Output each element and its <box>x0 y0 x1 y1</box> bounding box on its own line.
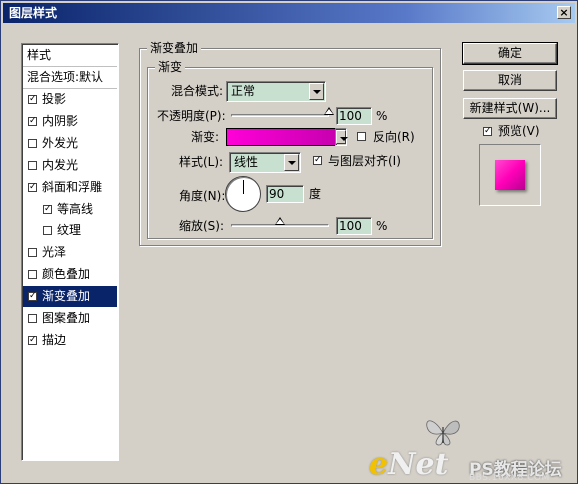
gradient-dropdown[interactable] <box>335 128 348 146</box>
gradient-overlay-title: 渐变叠加 <box>147 41 202 55</box>
style-item-label: 内发光 <box>42 157 79 172</box>
gradient-label: 渐变: <box>191 130 220 144</box>
blend-mode-value: 正常 <box>231 84 256 98</box>
style-item-label: 图案叠加 <box>42 311 91 325</box>
style-item-checkbox[interactable]: ✓ <box>28 335 37 345</box>
angle-dial[interactable] <box>225 176 261 212</box>
style-item[interactable]: 颜色叠加 <box>23 264 117 285</box>
style-list: 样式 混合选项:默认 ✓ 投影 ✓ 内阴影外发光内发光 ✓ 斜面和浮雕 ✓ 等高线纹理光泽颜色… <box>21 43 119 461</box>
style-item-label: 等高线 <box>57 201 94 216</box>
gradient-subgroup-title: 渐变 <box>155 60 186 74</box>
style-item[interactable]: ✓ 等高线 <box>23 199 117 220</box>
style-list-header-label: 样式 <box>27 48 52 62</box>
style-item-label: 斜面和浮雕 <box>42 179 103 194</box>
opacity-input[interactable]: 100 <box>336 107 372 125</box>
gradient-style-value: 线性 <box>234 155 259 169</box>
preview-thumbnail <box>495 160 525 190</box>
style-item[interactable]: ✓ 投影 <box>23 89 117 110</box>
align-with-layer-label: 与图层对齐(I) <box>328 154 401 168</box>
scale-slider-thumb[interactable] <box>275 217 285 225</box>
watermark-url: BBS.16XX8.COM <box>469 473 550 483</box>
style-item-checkbox[interactable]: ✓ <box>28 95 37 104</box>
style-item-label: 外发光 <box>42 135 79 150</box>
style-item-label: 颜色叠加 <box>42 267 91 282</box>
reverse-checkbox[interactable] <box>357 132 366 141</box>
scale-percent: % <box>376 219 388 233</box>
style-preview <box>479 144 541 206</box>
style-item[interactable]: 外发光 <box>23 133 117 154</box>
opacity-slider-track[interactable] <box>231 114 329 117</box>
style-item-label: 内阴影 <box>42 113 79 128</box>
layer-style-dialog: 图层样式 × 样式 混合选项:默认 ✓ 投影 ✓ 内阴影外发光内发光 ✓ 斜面和浮雕 ✓ 等高… <box>0 0 578 484</box>
style-item-checkbox[interactable] <box>28 138 37 148</box>
preview-label: 预览(V) <box>498 124 540 138</box>
style-item-label: 渐变叠加 <box>42 289 91 304</box>
new-style-button[interactable]: 新建样式(W)... <box>463 98 557 119</box>
style-item[interactable]: ✓ 内阴影 <box>23 111 117 132</box>
style-item-label: 投影 <box>42 92 67 106</box>
preview-checkbox[interactable]: ✓ <box>483 127 492 136</box>
gradient-style-select[interactable]: 线性 <box>229 152 301 173</box>
style-item[interactable]: 图案叠加 <box>23 308 117 329</box>
style-item-checkbox[interactable]: ✓ <box>43 204 52 214</box>
title-bar: 图层样式 × <box>3 3 575 23</box>
opacity-percent: % <box>376 109 388 123</box>
scale-input[interactable]: 100 <box>336 217 372 235</box>
angle-dial-needle <box>243 180 244 194</box>
style-list-header[interactable]: 样式 <box>23 45 117 67</box>
scale-label: 缩放(S): <box>179 219 225 233</box>
chevron-down-icon <box>309 83 324 100</box>
gradient-swatch[interactable] <box>226 128 336 146</box>
style-item-checkbox[interactable] <box>28 160 37 170</box>
blend-mode-label: 混合模式: <box>171 84 224 98</box>
angle-label: 角度(N): <box>179 189 226 203</box>
close-button[interactable]: × <box>557 6 571 19</box>
butterfly-icon <box>426 420 460 446</box>
style-item[interactable]: 纹理 <box>23 220 117 241</box>
cancel-button[interactable]: 取消 <box>463 70 557 91</box>
style-item[interactable]: 光泽 <box>23 242 117 263</box>
angle-degree-sign: 度 <box>309 187 322 201</box>
style-item-checkbox[interactable]: ✓ <box>28 292 37 302</box>
style-item-checkbox[interactable] <box>28 314 37 323</box>
opacity-slider-thumb[interactable] <box>324 107 334 115</box>
chevron-down-icon <box>284 154 299 171</box>
watermark-brand-e: e <box>369 447 389 482</box>
style-item-checkbox[interactable]: ✓ <box>28 116 37 126</box>
blend-mode-select[interactable]: 正常 <box>226 81 326 102</box>
style-item-checkbox[interactable] <box>43 226 52 236</box>
style-item-label: 纹理 <box>57 223 82 238</box>
style-item-label: 光泽 <box>42 245 67 260</box>
angle-input[interactable]: 90 <box>266 185 304 203</box>
style-item-checkbox[interactable] <box>28 248 37 258</box>
style-item[interactable]: ✓ 描边 <box>23 330 117 351</box>
style-item-checkbox[interactable] <box>28 270 37 280</box>
ok-button[interactable]: 确定 <box>462 42 558 65</box>
style-item[interactable]: ✓ 斜面和浮雕 <box>23 177 117 198</box>
style-item-checkbox[interactable]: ✓ <box>28 182 37 192</box>
watermark: eNet PS教程论坛 BBS.16XX8.COM <box>361 409 579 485</box>
blend-options-item[interactable]: 混合选项:默认 <box>23 67 117 89</box>
style-label: 样式(L): <box>179 155 224 169</box>
chevron-down-icon <box>336 130 348 144</box>
style-item[interactable]: 内发光 <box>23 155 117 176</box>
reverse-label: 反向(R) <box>373 130 415 144</box>
opacity-label: 不透明度(P): <box>157 109 226 123</box>
style-item-label: 描边 <box>42 332 67 347</box>
watermark-brand: eNet <box>369 447 448 482</box>
align-with-layer-checkbox[interactable]: ✓ <box>313 156 322 165</box>
blend-options-label: 混合选项:默认 <box>27 70 104 84</box>
watermark-brand-rest: Net <box>388 447 449 482</box>
window-title: 图层样式 <box>9 6 58 20</box>
style-item[interactable]: ✓ 渐变叠加 <box>23 286 117 308</box>
